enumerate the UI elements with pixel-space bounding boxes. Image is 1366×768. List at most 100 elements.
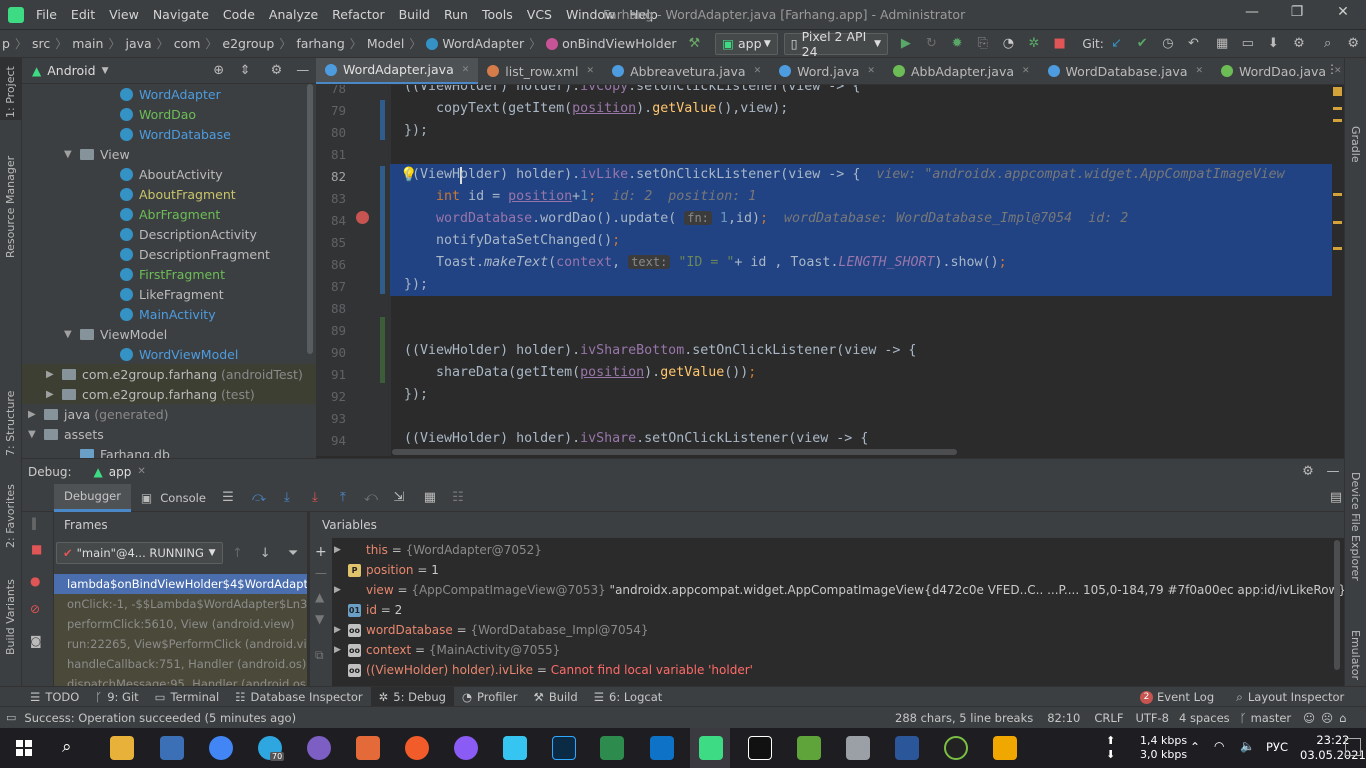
bottom-tool-tab[interactable]: ☰ 6: Logcat (586, 687, 671, 707)
resource-manager-tool-button[interactable]: Resource Manager (4, 156, 17, 258)
close-icon[interactable]: ✕ (137, 466, 145, 477)
tree-item[interactable]: AboutActivity (22, 164, 316, 184)
variable-row[interactable]: ▶ this = {WordAdapter@7052} (334, 540, 1344, 560)
language-indicator[interactable]: РУС (1266, 740, 1288, 754)
step-out-icon[interactable]: ⤒ (334, 489, 352, 507)
sdk-manager-icon[interactable]: ⬇ (1266, 35, 1282, 53)
device-file-explorer-tool-button[interactable]: Device File Explorer (1349, 472, 1362, 581)
apply-changes-icon[interactable]: ✲ (1026, 35, 1042, 53)
breakpoint-icon[interactable] (356, 211, 369, 224)
menu-item[interactable]: Tools (482, 7, 513, 22)
menu-item[interactable]: File (36, 7, 57, 22)
horizontal-scrollbar[interactable] (392, 449, 957, 455)
editor-tab[interactable]: Abbreavetura.java ✕ (603, 58, 770, 84)
gear-icon[interactable]: ⚙ (268, 62, 284, 80)
search-icon[interactable]: ⌕ (62, 737, 72, 757)
viber-icon[interactable] (307, 736, 331, 760)
tabs-overflow-icon[interactable]: ⋮ (1326, 62, 1342, 82)
rerun-icon[interactable]: ↻ (924, 35, 940, 53)
chevron-down-icon[interactable]: ▼ (102, 66, 109, 76)
tree-item[interactable]: DescriptionFragment (22, 244, 316, 264)
frame-item[interactable]: run:22265, View$PerformClick (android.vi… (54, 634, 307, 654)
locate-icon[interactable]: ⊕ (210, 62, 226, 80)
menu-item[interactable]: Edit (71, 7, 95, 22)
debug-session-tab[interactable]: app (109, 465, 132, 479)
close-icon[interactable]: ✕ (1328, 4, 1358, 20)
file-encoding[interactable]: UTF-8 (1135, 711, 1169, 725)
tree-item[interactable]: FirstFragment (22, 264, 316, 284)
layout-icon[interactable]: ▤ (1327, 489, 1345, 507)
frame-item[interactable]: handleCallback:751, Handler (android.os) (54, 654, 307, 674)
bottom-tool-tab[interactable]: ☷ Database Inspector (227, 687, 370, 707)
breadcrumb-item[interactable]: Model (367, 36, 405, 51)
project-view-select[interactable]: Android (47, 63, 95, 78)
close-icon[interactable]: ✕ (754, 66, 762, 76)
variable-row[interactable]: oo ((ViewHolder) holder).ivLike = Cannot … (334, 660, 1344, 680)
git-update-icon[interactable]: ↙ (1109, 35, 1125, 53)
collapse-all-icon[interactable]: ⇕ (237, 62, 253, 80)
tree-item[interactable]: ▼ assets (22, 424, 316, 444)
tree-item[interactable]: DescriptionActivity (22, 224, 316, 244)
run-to-cursor-icon[interactable]: ⇲ (390, 489, 408, 507)
frame-item[interactable]: onClick:-1, -$$Lambda$WordAdapter$Ln3XjY (54, 594, 307, 614)
tool-icon[interactable] (944, 736, 968, 760)
git-branch[interactable]: master (1251, 711, 1292, 725)
code-editor[interactable]: 78 79 80 81 82 83 84 85 86 87 88 89 90 91 92 93 94 💡 ((V… (316, 85, 1344, 456)
breadcrumb-item[interactable]: com (174, 36, 201, 51)
tree-item[interactable]: ▶ com.e2group.farhang (test) (22, 384, 316, 404)
postman-icon[interactable] (405, 736, 429, 760)
variable-row[interactable]: ▶ view = {AppCompatImageView@7053} "andro… (334, 580, 1344, 600)
media-player-icon[interactable] (993, 736, 1017, 760)
hide-icon[interactable]: — (295, 62, 311, 80)
variable-row[interactable]: 01 id = 2 (334, 600, 1344, 620)
gradle-sync-icon[interactable]: ⚙ (1291, 35, 1307, 53)
expand-arrow-icon[interactable]: ▼ (28, 429, 40, 440)
file-explorer-icon[interactable] (110, 736, 134, 760)
close-icon[interactable]: ✕ (587, 66, 595, 76)
gitkraken-icon[interactable] (356, 736, 380, 760)
attach-debugger-icon[interactable]: ⎘ (975, 35, 991, 53)
frown-icon[interactable]: ☹ (1321, 711, 1333, 725)
expand-arrow-icon[interactable]: ▼ (64, 149, 76, 160)
step-into-icon[interactable]: ⤓ (278, 489, 296, 507)
down-arrow-icon[interactable]: ↓ (256, 544, 274, 562)
event-log-button[interactable]: Event Log (1157, 690, 1214, 704)
breadcrumb-item[interactable]: main (72, 36, 103, 51)
build-variants-tool-button[interactable]: Build Variants (4, 579, 17, 655)
chevron-up-icon[interactable]: ⌃ (1190, 740, 1200, 754)
breadcrumb-item[interactable]: WordAdapter (442, 36, 524, 51)
move-down-icon[interactable]: ▼ (315, 612, 324, 626)
search-icon[interactable]: ⌕ (1320, 35, 1336, 53)
tree-item[interactable]: AbrFragment (22, 204, 316, 224)
charts-app-icon[interactable] (600, 736, 624, 760)
android-studio-taskbar-icon[interactable] (699, 736, 723, 760)
tree-item[interactable]: WordDatabase (22, 124, 316, 144)
stop-icon[interactable]: ■ (31, 542, 42, 556)
menu-item[interactable]: Build (399, 7, 430, 22)
chrome-icon[interactable] (209, 736, 233, 760)
caret-position[interactable]: 82:10 (1047, 711, 1080, 725)
git-history-icon[interactable]: ◷ (1160, 35, 1176, 53)
up-arrow-icon[interactable]: ↑ (229, 544, 247, 562)
vscode-icon[interactable] (650, 736, 674, 760)
editor-tab[interactable]: WordAdapter.java ✕ (316, 58, 479, 84)
frame-item[interactable]: performClick:5610, View (android.view) (54, 614, 307, 634)
github-desktop-icon[interactable] (454, 736, 478, 760)
tree-item[interactable]: ▶ com.e2group.farhang (androidTest) (22, 364, 316, 384)
maximize-icon[interactable]: ❐ (1282, 4, 1312, 20)
line-separator[interactable]: CRLF (1094, 711, 1123, 725)
bottom-tool-tab[interactable]: ◔ Profiler (454, 687, 526, 707)
camera-icon[interactable]: ◙ (30, 634, 42, 648)
expand-arrow-icon[interactable]: ▶ (334, 585, 348, 595)
hammer-icon[interactable]: ⚒ (687, 35, 703, 53)
tree-item[interactable]: LikeFragment (22, 284, 316, 304)
editor-tab[interactable]: Word.java ✕ (770, 58, 884, 84)
pause-icon[interactable]: ‖ (31, 516, 37, 530)
bottom-tool-tab[interactable]: ☰ TODO (22, 687, 87, 707)
trace-icon[interactable]: ☷ (449, 489, 467, 507)
scrollbar[interactable] (1334, 540, 1340, 670)
breadcrumb-item[interactable]: java (125, 36, 151, 51)
breadcrumb-item[interactable]: src (32, 36, 50, 51)
run-icon[interactable]: ▶ (898, 35, 914, 53)
menu-item[interactable]: Navigate (153, 7, 209, 22)
